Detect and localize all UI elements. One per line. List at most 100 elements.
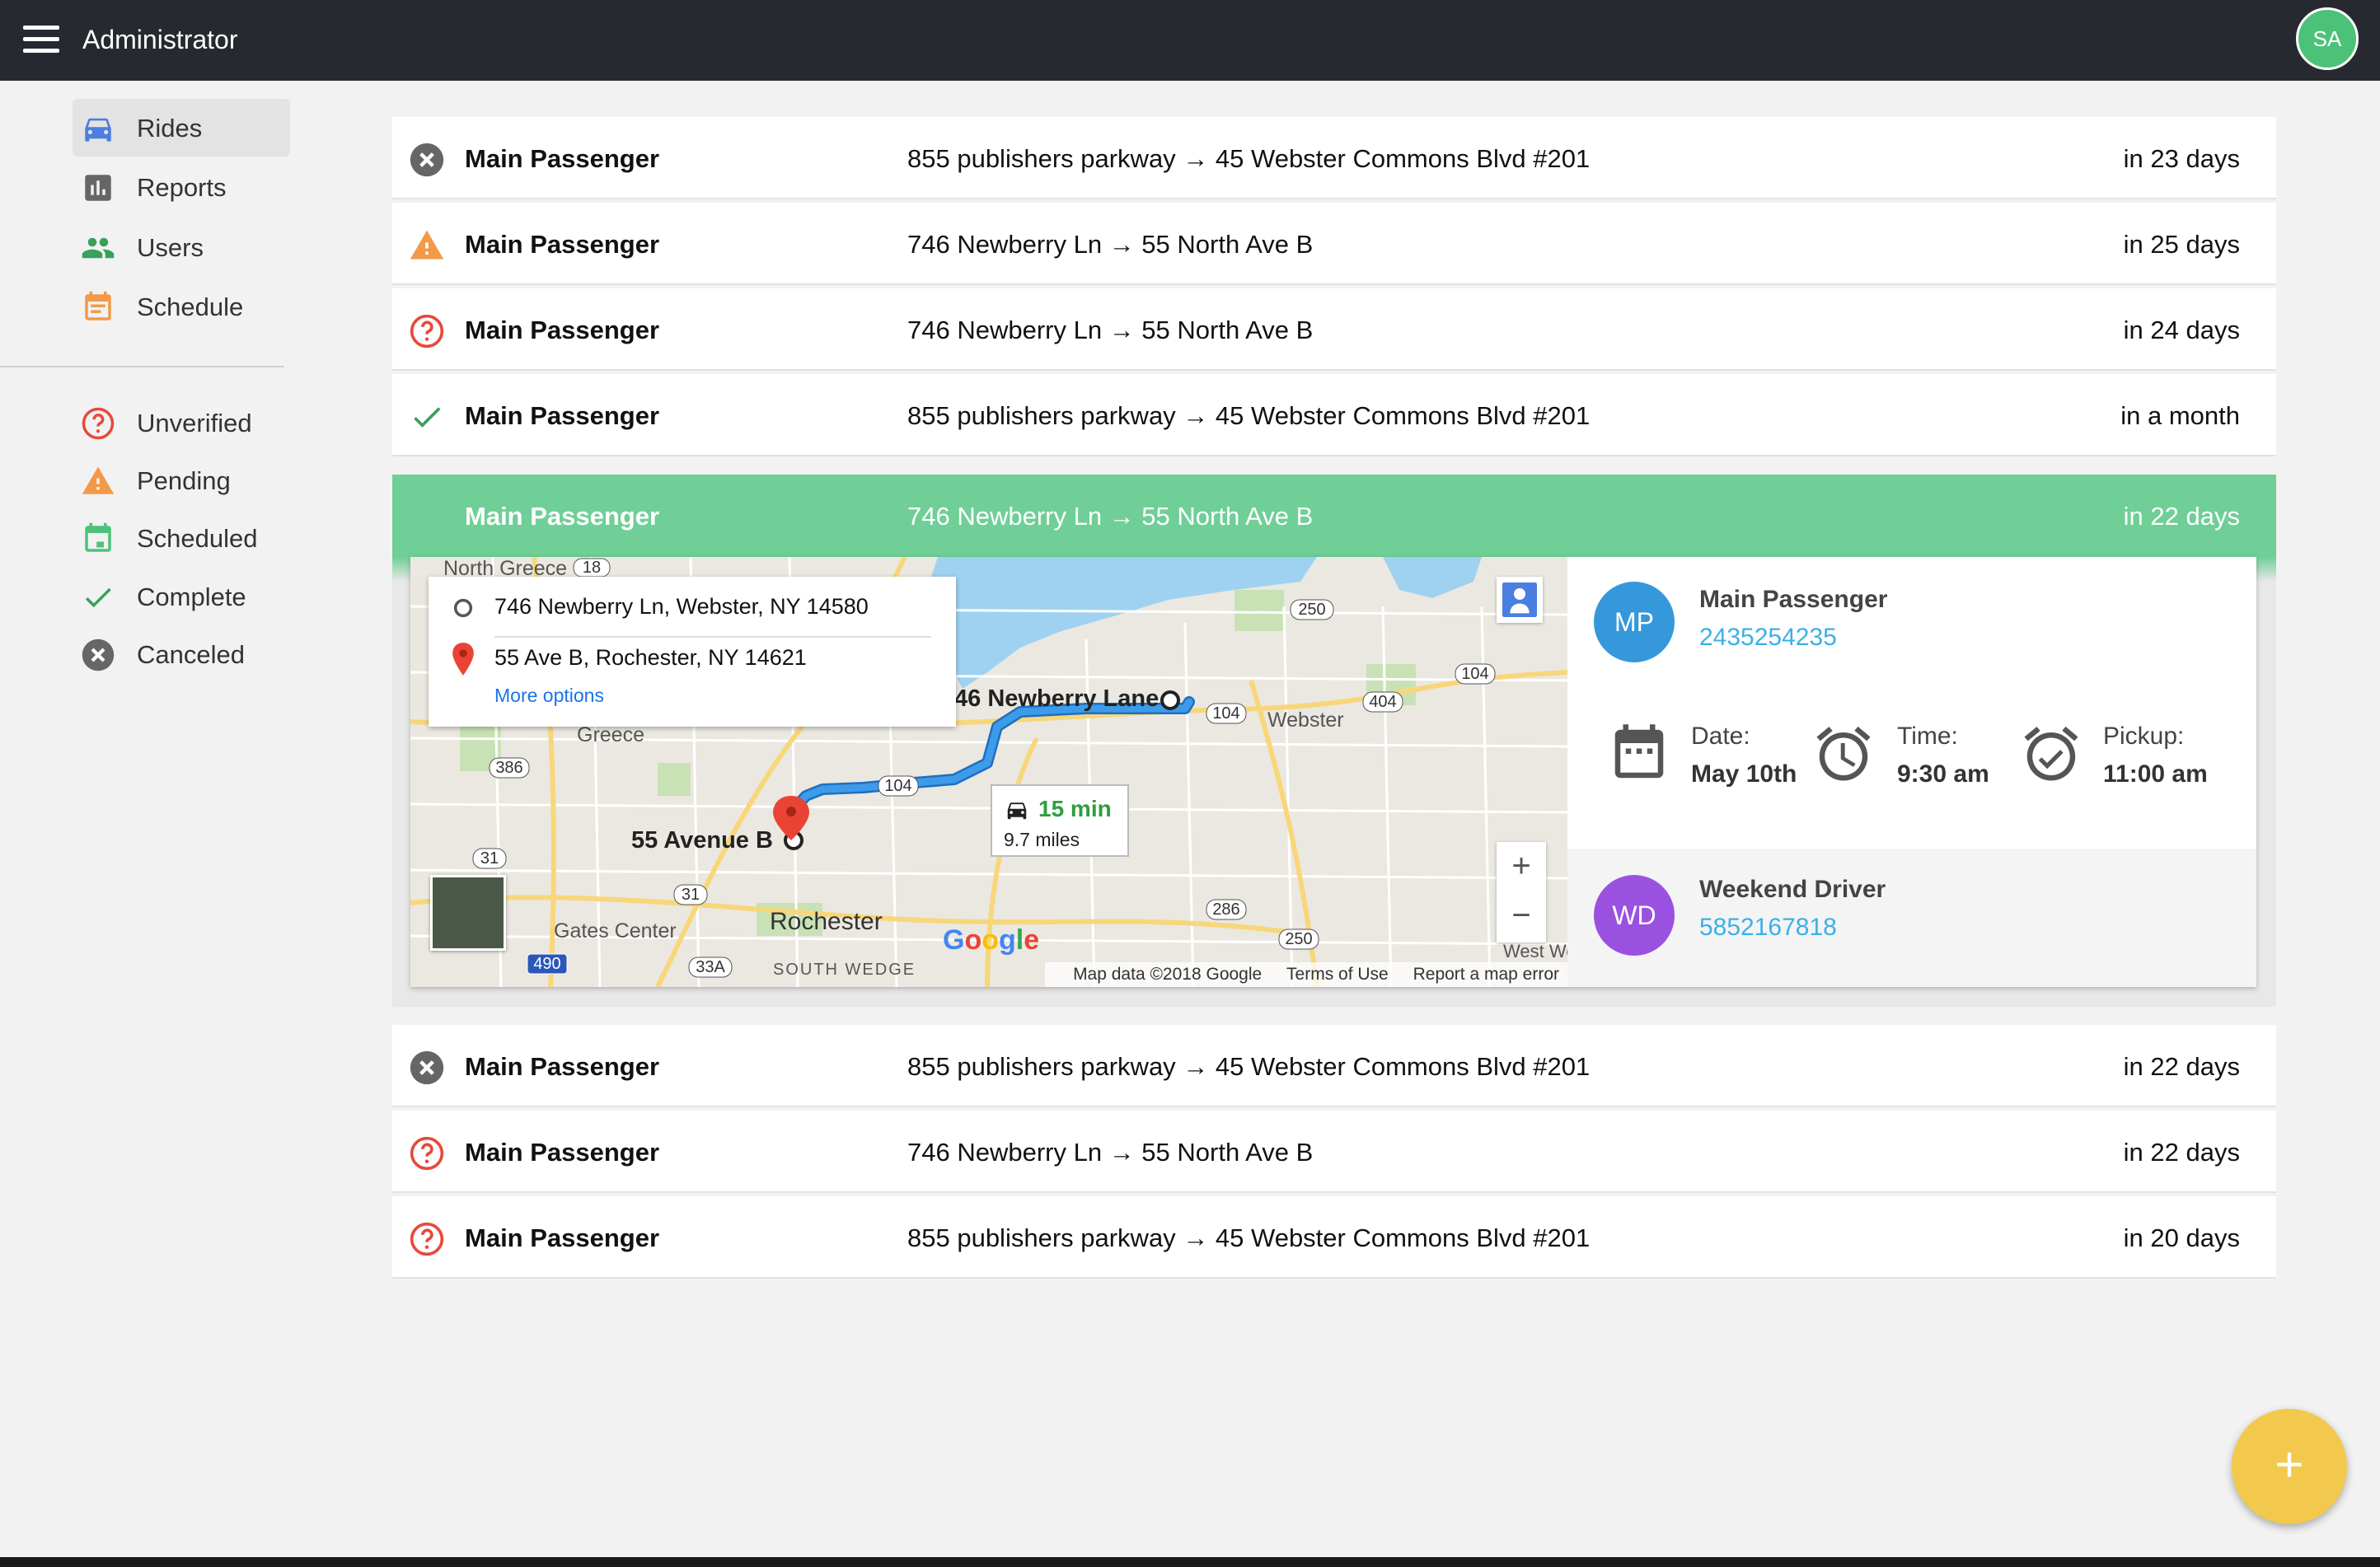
- map-place-label: West Webster: [1503, 941, 1567, 961]
- ride-row[interactable]: Main Passenger 746 Newberry Ln → 55 Nort…: [392, 1111, 2276, 1193]
- filter-unverified[interactable]: Unverified: [73, 394, 290, 451]
- destination-pin-icon: [452, 643, 474, 676]
- ride-passenger: Main Passenger: [465, 230, 660, 259]
- ride-when: in 22 days: [2123, 1052, 2240, 1081]
- time-label: Time:: [1897, 723, 1958, 750]
- question-circle-icon: [82, 407, 115, 440]
- street-view-pegman-icon[interactable]: [1497, 577, 1543, 623]
- sidebar-item-schedule[interactable]: Schedule: [73, 278, 290, 335]
- map-origin-label: 46 Newberry Lane: [954, 685, 1160, 712]
- ride-when: in 20 days: [2123, 1223, 2240, 1252]
- alarm-check-icon: [2024, 726, 2078, 781]
- ride-route: 746 Newberry Ln → 55 North Ave B: [907, 230, 1314, 259]
- more-options-link[interactable]: More options: [494, 684, 604, 707]
- question-circle-icon: [410, 1222, 444, 1256]
- passenger-section: MP Main Passenger 2435254235 Date: May 1…: [1567, 557, 2256, 849]
- time-value: 9:30 am: [1897, 760, 1989, 788]
- ride-when: in 22 days: [2123, 1138, 2240, 1167]
- ride-detail-card: 18 250 104 404 104 386 104 31 31 490 33A…: [410, 557, 2256, 987]
- svg-text:104: 104: [1461, 665, 1488, 683]
- sidebar-item-label: Users: [137, 233, 204, 262]
- svg-text:286: 286: [1212, 900, 1239, 919]
- zoom-control: + −: [1497, 842, 1546, 943]
- filter-pending[interactable]: Pending: [73, 451, 290, 509]
- svg-text:404: 404: [1369, 693, 1396, 711]
- origin-circle-icon: [453, 598, 473, 618]
- app-title: Administrator: [82, 25, 238, 54]
- cancel-circle-icon: [410, 1050, 444, 1085]
- filter-scheduled[interactable]: Scheduled: [73, 509, 290, 567]
- sidebar: Rides Reports Users Schedule Unverified: [0, 81, 290, 1567]
- user-avatar[interactable]: SA: [2296, 7, 2359, 70]
- driver-section: WD Weekend Driver 5852167818: [1567, 849, 2256, 987]
- svg-text:490: 490: [533, 955, 560, 973]
- top-app-bar: Administrator SA: [0, 0, 2380, 81]
- ride-row[interactable]: Main Passenger 855 publishers parkway → …: [392, 1025, 2276, 1107]
- sidebar-item-label: Schedule: [137, 292, 244, 321]
- filter-label: Pending: [137, 466, 231, 495]
- filter-complete[interactable]: Complete: [73, 568, 290, 625]
- sidebar-divider: [0, 366, 284, 367]
- filter-label: Complete: [137, 582, 246, 611]
- cancel-circle-icon: [410, 143, 444, 177]
- terms-of-use-link[interactable]: Terms of Use: [1286, 965, 1389, 984]
- google-logo: Google: [943, 924, 1040, 956]
- expanded-ride: Main Passenger 746 Newberry Ln → 55 Nort…: [392, 475, 2276, 1007]
- sidebar-item-users[interactable]: Users: [73, 218, 290, 276]
- map-place-label: Gates Center: [554, 919, 677, 943]
- ride-route: 746 Newberry Ln → 55 North Ave B: [907, 316, 1314, 344]
- driver-phone-link[interactable]: 5852167818: [1699, 913, 1837, 943]
- directions-destination: 55 Ave B, Rochester, NY 14621: [494, 645, 807, 670]
- report-map-error-link[interactable]: Report a map error: [1413, 965, 1559, 984]
- car-icon: [85, 118, 111, 142]
- ride-passenger: Main Passenger: [465, 1138, 660, 1167]
- map-destination-label: 55 Avenue B: [631, 827, 773, 854]
- map-footer: Map data ©2018 Google Terms of Use Repor…: [1045, 962, 1567, 987]
- zoom-in-button[interactable]: +: [1497, 842, 1546, 891]
- ride-row[interactable]: Main Passenger 746 Newberry Ln → 55 Nort…: [392, 203, 2276, 285]
- ride-row[interactable]: Main Passenger 855 publishers parkway → …: [392, 374, 2276, 456]
- pickup-value: 11:00 am: [2103, 760, 2208, 788]
- car-icon: [1007, 802, 1027, 820]
- eta-duration: 15 min: [1038, 796, 1112, 821]
- svg-text:250: 250: [1285, 930, 1312, 948]
- menu-icon[interactable]: [23, 26, 59, 54]
- filter-label: Canceled: [137, 640, 245, 669]
- passenger-avatar: MP: [1594, 582, 1675, 662]
- add-ride-button[interactable]: +: [2232, 1409, 2347, 1524]
- road-shield-18: 18: [583, 559, 601, 577]
- filter-canceled[interactable]: Canceled: [73, 625, 290, 683]
- warning-icon: [410, 230, 444, 260]
- directions-panel: 746 Newberry Ln, Webster, NY 14580 55 Av…: [429, 577, 956, 727]
- ride-row[interactable]: Main Passenger 746 Newberry Ln → 55 Nort…: [392, 288, 2276, 371]
- ride-row[interactable]: Main Passenger 855 publishers parkway → …: [392, 117, 2276, 199]
- svg-text:104: 104: [1212, 704, 1239, 723]
- route-map[interactable]: 18 250 104 404 104 386 104 31 31 490 33A…: [410, 557, 1567, 987]
- sidebar-item-label: Rides: [137, 114, 203, 143]
- ride-route: 855 publishers parkway → 45 Webster Comm…: [907, 401, 1591, 430]
- sidebar-item-rides[interactable]: Rides: [73, 99, 290, 157]
- driver-avatar: WD: [1594, 875, 1675, 956]
- ride-passenger: Main Passenger: [465, 316, 660, 344]
- ride-row[interactable]: Main Passenger 855 publishers parkway → …: [392, 1196, 2276, 1279]
- warning-icon: [82, 466, 115, 494]
- question-circle-icon: [410, 314, 444, 348]
- zoom-out-button[interactable]: −: [1497, 891, 1546, 941]
- satellite-toggle[interactable]: [430, 875, 506, 951]
- eta-callout: 15 min 9.7 miles: [991, 784, 1129, 857]
- ride-passenger: Main Passenger: [465, 144, 660, 173]
- ride-when: in a month: [2120, 401, 2240, 430]
- filter-label: Scheduled: [137, 524, 258, 553]
- alarm-clock-icon: [1816, 726, 1871, 781]
- map-place-label: Webster: [1267, 709, 1344, 732]
- svg-text:386: 386: [495, 759, 522, 777]
- ride-info-panel: MP Main Passenger 2435254235 Date: May 1…: [1567, 557, 2256, 987]
- date-value: May 10th: [1691, 760, 1797, 788]
- map-place-label: Rochester: [770, 908, 883, 935]
- ride-route: 855 publishers parkway → 45 Webster Comm…: [907, 1223, 1591, 1252]
- passenger-phone-link[interactable]: 2435254235: [1699, 623, 1837, 653]
- map-attribution: Map data ©2018 Google: [1073, 965, 1263, 984]
- window-bottom-edge: [0, 1557, 2380, 1567]
- ride-when: in 23 days: [2123, 144, 2240, 173]
- sidebar-item-reports[interactable]: Reports: [73, 158, 290, 216]
